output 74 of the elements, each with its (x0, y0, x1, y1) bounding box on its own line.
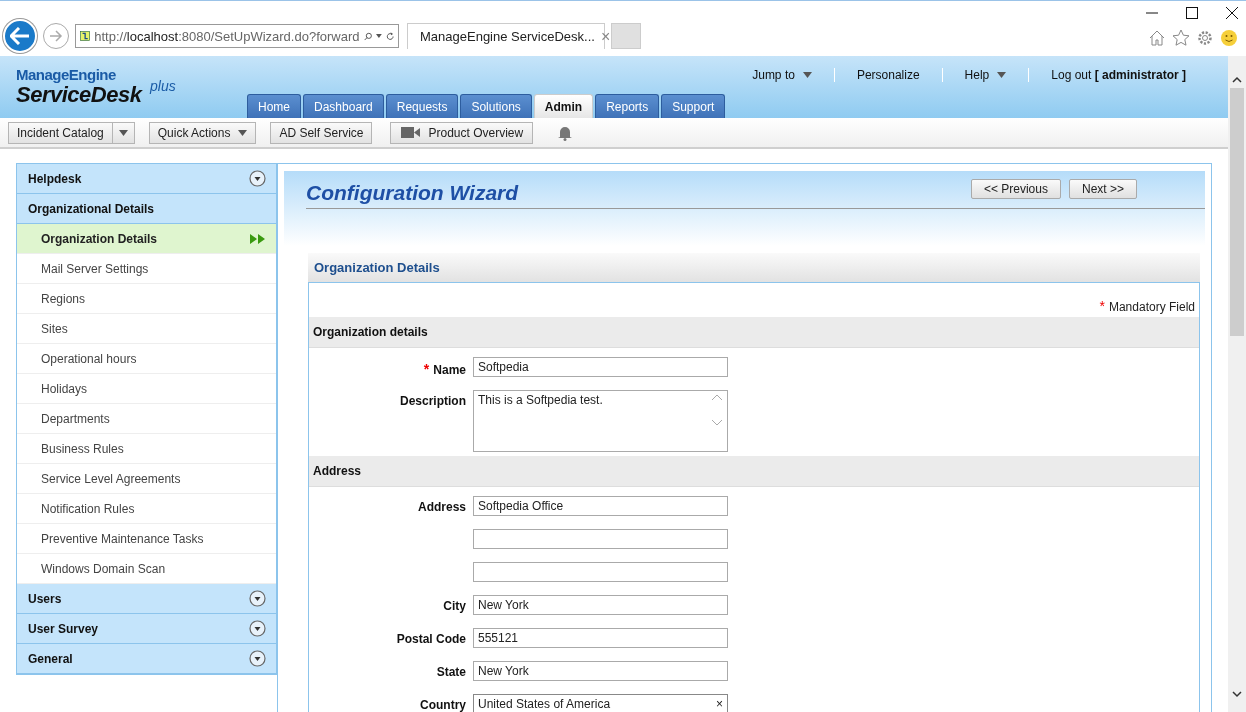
bell-icon[interactable] (557, 124, 574, 141)
header-link[interactable]: Help (964, 68, 990, 82)
input-field[interactable]: 555121 (473, 628, 728, 648)
toolbar-button[interactable]: Incident Catalog (8, 121, 113, 144)
maximize-icon[interactable] (1186, 7, 1198, 19)
nav-tab[interactable]: Admin (533, 94, 594, 118)
nav-tab[interactable]: Solutions (460, 94, 532, 118)
field-label: Postal Code (396, 632, 466, 646)
star-icon[interactable] (1172, 29, 1190, 47)
field-label: Description (400, 394, 466, 408)
input-field[interactable]: Softpedia Office (473, 496, 728, 516)
dropdown-button[interactable] (112, 121, 135, 144)
field-label: State (436, 665, 466, 679)
expand-icon[interactable] (249, 620, 266, 637)
double-arrow-icon (250, 233, 266, 244)
input-field[interactable] (473, 529, 728, 549)
group-header: Address (309, 456, 1199, 487)
input-field[interactable]: New York (473, 661, 728, 681)
back-arrow-icon (10, 27, 30, 45)
required-mark: * (423, 361, 430, 377)
close-icon[interactable] (1226, 7, 1238, 19)
forward-arrow-icon (49, 30, 63, 42)
scrollbar[interactable] (1228, 56, 1246, 712)
mandatory-note: Mandatory Field (1108, 300, 1195, 314)
back-button[interactable] (3, 19, 37, 53)
field-label: Country (420, 698, 466, 712)
servicedesk-logo: ManageEngine ServiceDesk plus (16, 65, 176, 109)
caret-icon (118, 129, 128, 136)
caret-icon (375, 33, 382, 39)
expand-icon[interactable] (249, 590, 266, 607)
input-field[interactable]: Softpedia (473, 357, 728, 377)
scroll-up-icon[interactable] (1232, 76, 1242, 83)
field-label: Name (433, 363, 466, 377)
toolbar-button[interactable]: Product Overview (390, 121, 534, 144)
select-field[interactable]: United States of America × (473, 694, 728, 712)
toolbar-dropdown[interactable]: Quick Actions (148, 121, 257, 144)
nav-tab[interactable]: Home (247, 94, 301, 118)
expand-icon[interactable] (249, 170, 266, 187)
input-field[interactable]: New York (473, 595, 728, 615)
header-link[interactable]: Log out [ administrator ] (1051, 68, 1186, 82)
wizard-nav-button[interactable]: Next >> (1068, 179, 1137, 199)
settings-icon[interactable] (1196, 29, 1214, 47)
smiley-icon[interactable] (1220, 29, 1238, 47)
site-icon (80, 28, 91, 44)
sidebar-section[interactable]: User Survey (17, 614, 276, 644)
sidebar-section[interactable]: Users (17, 584, 276, 614)
dropdown-caret-icon (997, 72, 1007, 78)
sidebar-section[interactable]: Helpdesk (17, 164, 276, 194)
home-icon[interactable] (1148, 29, 1166, 47)
nav-tab[interactable]: Dashboard (303, 94, 384, 118)
nav-tab[interactable]: Support (661, 94, 726, 118)
video-camera-icon (401, 127, 421, 138)
field-label: Address (417, 500, 466, 514)
sidebar-item[interactable]: Organization Details (17, 224, 276, 254)
field-label: City (443, 599, 466, 613)
nav-tab[interactable]: Reports (595, 94, 660, 118)
dropdown-caret-icon (802, 72, 812, 78)
required-mark: * (1099, 298, 1105, 314)
input-field[interactable] (473, 562, 728, 582)
sidebar-section[interactable]: Organizational Details (17, 194, 276, 224)
group-header: Organization details (309, 317, 1199, 348)
scroll-down-icon[interactable] (1232, 691, 1242, 698)
wizard-title: Configuration Wizard (306, 181, 519, 205)
nav-tab[interactable]: Requests (385, 94, 459, 118)
expand-icon[interactable] (249, 650, 266, 667)
wizard-nav-button[interactable]: << Previous (970, 179, 1061, 199)
address-bar[interactable]: http://localhost:8080/SetUpWizard.do?forward (75, 24, 399, 48)
caret-icon (238, 129, 248, 136)
header-link[interactable]: Personalize (856, 68, 920, 82)
section-title: Organization Details (308, 253, 1200, 282)
tab-title: ManageEngine ServiceDesk... (420, 29, 595, 44)
header-link[interactable]: Jump to (752, 68, 795, 82)
toolbar-button[interactable]: AD Self Service (270, 121, 373, 144)
sidebar-section[interactable]: General (17, 644, 276, 674)
